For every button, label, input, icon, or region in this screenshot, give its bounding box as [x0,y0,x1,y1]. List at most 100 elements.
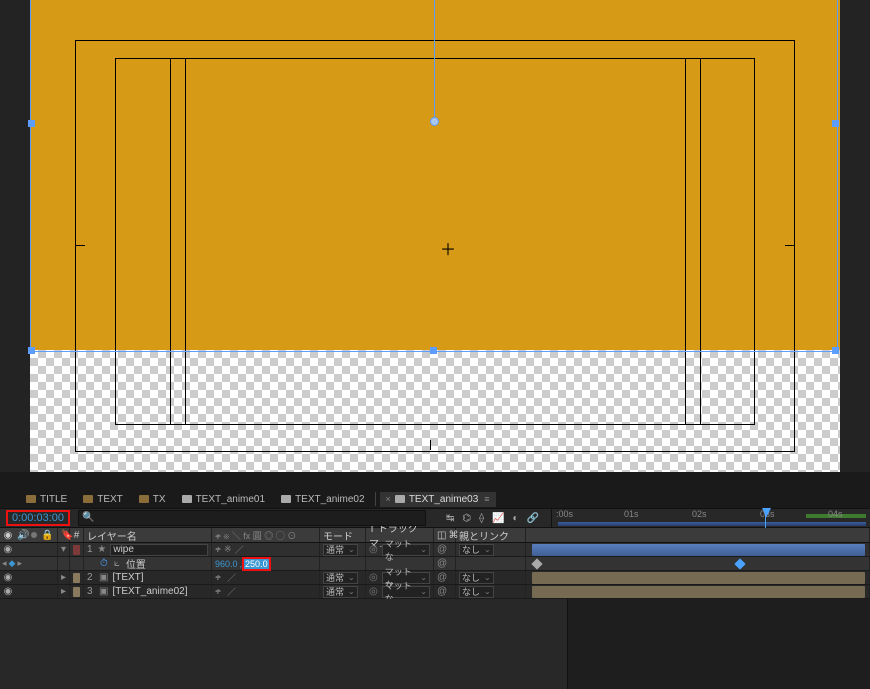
timeline-panel: 0:00:03:00 🔍 ↹ ⌬ ⟠ 📈 ◐ 🔗 :00s 01s 02s 03… [0,508,870,687]
twirl-icon[interactable]: ▸ [61,572,66,583]
visibility-toggle[interactable]: ◉ [3,586,13,597]
tab-tx[interactable]: TX [133,492,172,507]
switch-icon[interactable]: ቀ [215,586,221,597]
guide-tick [785,245,795,246]
blend-mode-dropdown[interactable]: 通常 [323,544,358,556]
next-keyframe-icon[interactable]: ▸ [17,558,22,569]
parent-dropdown[interactable]: なし [459,586,494,598]
ruler-tick-label: 02s [692,509,707,519]
parent-pickwhip-icon[interactable]: @ [437,586,447,597]
parent-dropdown[interactable]: なし [459,544,494,556]
anchor-point-handle[interactable] [430,117,439,126]
track-matte-dropdown[interactable]: マットな [382,544,430,556]
property-label: 位置 [126,556,146,571]
layer-row-wipe[interactable]: ◉ ▾ 1 ★ ቀ※／ 通常 ◎マットな @ なし [0,543,870,557]
layer-row-text[interactable]: ◉ ▸ 2 ▣ [TEXT] ቀ ／ 通常 ◎マットな @ なし [0,571,870,585]
guide-tick [430,440,431,450]
blend-mode-dropdown[interactable]: 通常 [323,586,358,598]
switch-icon[interactable]: ቀ [215,544,221,555]
matte-toggle-icon[interactable]: ◎ [369,586,378,597]
layer-name-label[interactable]: [TEXT_anime02] [112,586,187,597]
visibility-toggle[interactable]: ◉ [3,544,13,555]
current-timecode[interactable]: 0:00:03:00 [6,510,70,526]
index-header: # [70,528,84,542]
motion-blur-icon[interactable]: ◐ [513,513,519,524]
solo-icon [31,532,37,538]
time-ruler[interactable]: :00s 01s 02s 03s 04s [551,508,870,528]
parent-pickwhip-icon[interactable]: @ [437,572,447,583]
comp-flowchart-icon[interactable]: ↹ [446,513,454,524]
label-color[interactable] [73,545,80,555]
label-color[interactable] [73,587,80,597]
tab-label: TITLE [40,494,67,505]
layer-row-text-anime02[interactable]: ◉ ▸ 3 ▣ [TEXT_anime02] ቀ ／ 通常 ◎マットな @ なし [0,585,870,599]
layer-duration-bar[interactable] [532,572,865,584]
graph-editor-icon[interactable]: 🔗 [527,513,539,524]
close-icon[interactable]: × [386,494,391,504]
switches-header: ቀ ※ ＼ fx 圓 ◎ ◯ ⊙ [212,528,320,542]
matte-toggle-icon[interactable]: ◎ [369,544,378,555]
shy-icon[interactable]: ⟠ [479,513,484,524]
ruler-tick-label: 04s [828,509,843,519]
resize-handle-ml[interactable] [28,120,35,127]
layer-name-input[interactable] [110,544,208,556]
switch-icon[interactable]: ／ [227,571,236,584]
dropdown-value: なし [462,543,480,556]
property-track[interactable] [532,558,865,570]
twirl-icon[interactable]: ▾ [61,544,66,555]
tab-text-anime02[interactable]: TEXT_anime02 [275,492,370,507]
timeline-tabs: TITLE TEXT TX TEXT_anime01 TEXT_anime02 … [0,490,870,508]
panel-menu-icon[interactable]: ≡ [484,494,489,504]
layer-name-header: レイヤー名 [84,528,212,542]
resize-handle-mr[interactable] [832,120,839,127]
tab-text-anime03[interactable]: × TEXT_anime03 ≡ [380,492,496,507]
guide-tick [75,245,85,246]
parent-pickwhip-icon[interactable]: @ [437,544,447,555]
matte-toggle-icon[interactable]: ◎ [369,572,378,583]
resize-handle-br[interactable] [832,347,839,354]
blend-mode-header: モード [320,528,366,542]
tab-title[interactable]: TITLE [20,492,73,507]
prev-keyframe-icon[interactable]: ◂ [2,558,7,569]
resize-handle-bm[interactable] [430,347,437,354]
stopwatch-icon[interactable]: ⏱ [100,558,108,569]
timeline-header: 0:00:03:00 🔍 ↹ ⌬ ⟠ 📈 ◐ 🔗 :00s 01s 02s 03… [0,508,870,528]
tab-label: TX [153,494,166,505]
switch-icon[interactable]: ／ [235,543,244,556]
frame-blend-icon[interactable]: 📈 [492,513,504,524]
draft3d-icon[interactable]: ⌬ [462,513,471,524]
twirl-icon[interactable]: ▸ [61,586,66,597]
work-area-bar[interactable] [558,522,866,526]
layer-duration-bar[interactable] [532,544,865,556]
search-icon: 🔍 [82,512,94,523]
precomp-icon: ▣ [99,586,108,597]
track-matte-dropdown[interactable]: マットな [382,586,430,598]
layer-name-label[interactable]: [TEXT] [112,572,143,583]
current-time-indicator[interactable] [765,508,766,528]
ruler-tick-label: :00s [556,509,573,519]
property-row-position[interactable]: ◂ ◆ ▸ ⏱ ⟀ 位置 960.0, 250.0 @ [0,557,870,571]
center-crosshair: ＋ [440,236,456,260]
switch-icon[interactable]: ／ [227,585,236,598]
dropdown-value: 通常 [326,571,344,584]
timeline-empty-area[interactable] [0,599,870,689]
timeline-tool-icons: ↹ ⌬ ⟠ 📈 ◐ 🔗 [446,513,539,524]
index-number: 2 [87,572,95,583]
label-color[interactable] [73,573,80,583]
tab-text[interactable]: TEXT [77,492,129,507]
position-x-value[interactable]: 960.0 [215,559,238,569]
tab-label: TEXT_anime01 [196,494,265,505]
layer-duration-bar[interactable] [532,586,865,598]
tab-text-anime01[interactable]: TEXT_anime01 [176,492,271,507]
add-keyframe-icon[interactable]: ◆ [9,558,16,569]
composition-viewer[interactable]: ＋ [0,0,870,472]
parent-dropdown[interactable]: なし [459,572,494,584]
comp-canvas[interactable]: ＋ [30,0,840,472]
visibility-toggle[interactable]: ◉ [3,572,13,583]
position-y-value[interactable]: 250.0 [244,559,269,569]
blend-mode-dropdown[interactable]: 通常 [323,572,358,584]
resize-handle-bl[interactable] [28,347,35,354]
layer-search-input[interactable] [78,510,426,526]
expression-pickwhip-icon[interactable]: @ [437,558,447,569]
switch-icon[interactable]: ቀ [215,572,221,583]
